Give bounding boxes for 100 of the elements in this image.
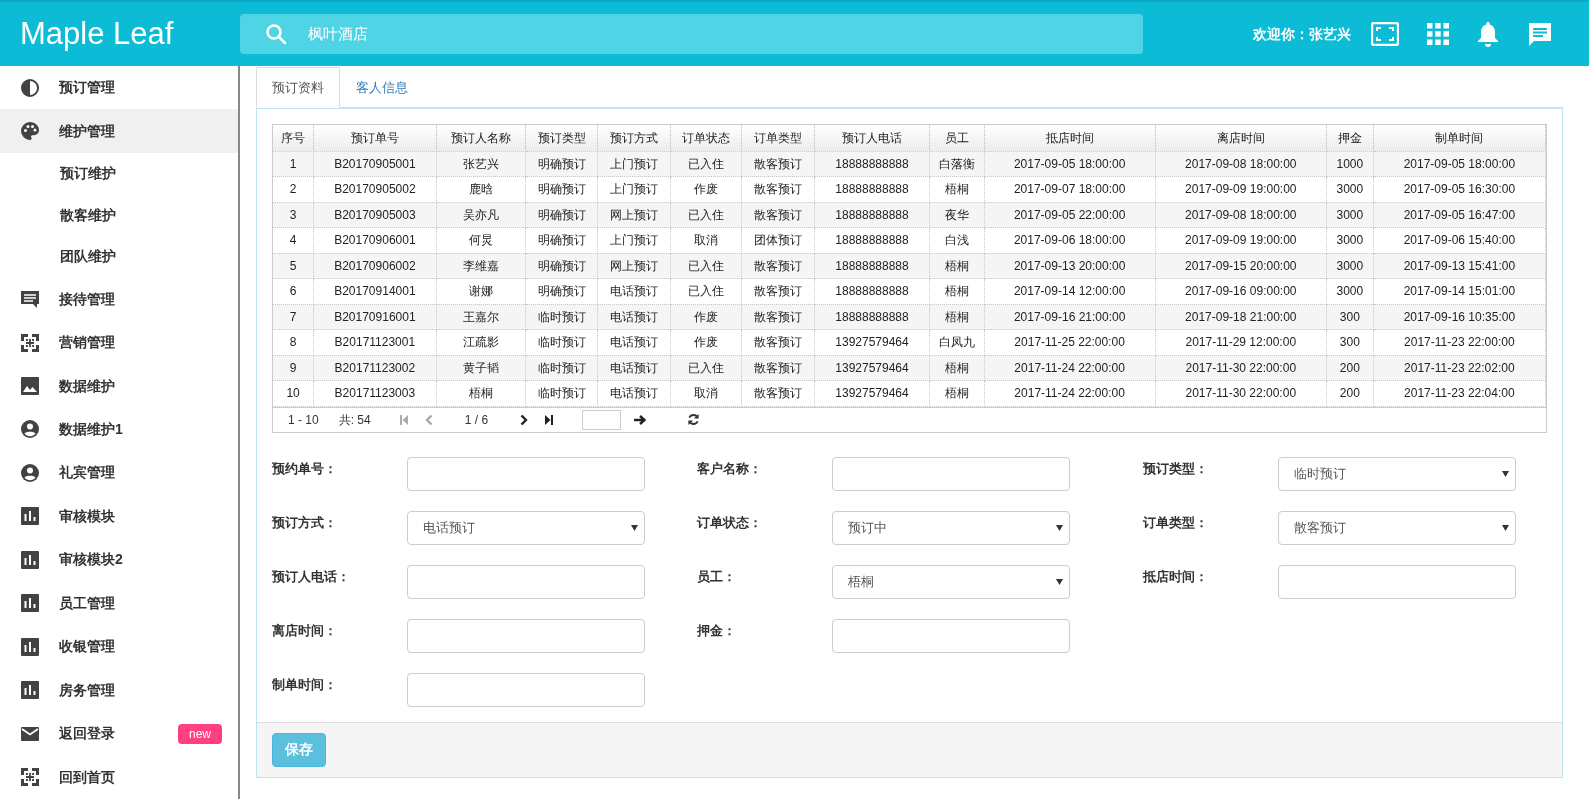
table-cell: 18888888888 bbox=[814, 151, 930, 177]
sidebar-item[interactable]: 审核模块2 bbox=[0, 538, 238, 582]
field-label: 预订人电话： bbox=[271, 567, 351, 586]
column-header[interactable]: 员工 bbox=[929, 125, 985, 151]
field-label: 预订类型： bbox=[1142, 459, 1209, 478]
table-cell: 2017-11-24 22:00:00 bbox=[984, 380, 1156, 406]
table-cell: 13927579464 bbox=[814, 380, 930, 406]
field-label: 订单类型： bbox=[1142, 513, 1209, 532]
column-header[interactable]: 序号 bbox=[273, 125, 314, 151]
table-cell: 2017-11-30 22:00:00 bbox=[1155, 380, 1327, 406]
input-field[interactable] bbox=[1278, 564, 1516, 599]
sidebar-item[interactable]: 回到首页 bbox=[0, 755, 238, 799]
submenu-item[interactable]: 团队维护 bbox=[0, 235, 238, 278]
field-label: 离店时间： bbox=[271, 621, 338, 640]
dropdown[interactable]: 梧桐 bbox=[832, 564, 1070, 599]
table-cell: 13927579464 bbox=[814, 355, 930, 381]
refresh-icon[interactable] bbox=[687, 413, 701, 426]
table-cell: 2017-09-05 18:00:00 bbox=[984, 151, 1156, 177]
table-cell: 明确预订 bbox=[525, 253, 598, 279]
column-header[interactable]: 预订单号 bbox=[313, 125, 436, 151]
table-cell: 电话预订 bbox=[597, 380, 671, 406]
caret-icon bbox=[1502, 470, 1509, 477]
sidebar-item[interactable]: 数据维护1 bbox=[0, 407, 238, 452]
sidebar-item[interactable]: 礼宾管理 bbox=[0, 451, 238, 495]
input-field[interactable] bbox=[407, 564, 645, 599]
column-header[interactable]: 订单类型 bbox=[741, 125, 815, 151]
sidebar-label: 收银管理 bbox=[59, 637, 116, 657]
sidebar-item[interactable]: 数据维护 bbox=[0, 364, 238, 408]
table-cell: 网上预订 bbox=[597, 202, 671, 228]
caret-icon bbox=[1502, 524, 1509, 531]
sidebar-item[interactable]: 审核模块 bbox=[0, 494, 238, 539]
column-header[interactable]: 抵店时间 bbox=[984, 125, 1156, 151]
message-icon[interactable] bbox=[1527, 21, 1553, 47]
field-label: 订单状态： bbox=[696, 513, 763, 532]
input-field[interactable] bbox=[832, 456, 1070, 491]
page-indicator: 1 / 6 bbox=[464, 411, 489, 429]
dropdown[interactable]: 临时预订 bbox=[1278, 456, 1516, 491]
submenu-item[interactable]: 预订维护 bbox=[0, 152, 238, 195]
input-field[interactable] bbox=[407, 618, 645, 653]
previous-page-icon[interactable] bbox=[424, 413, 433, 426]
search-icon bbox=[264, 22, 288, 46]
dropdown[interactable]: 散客预订 bbox=[1278, 510, 1516, 545]
sidebar-item[interactable]: 营销管理 bbox=[0, 320, 238, 365]
table-cell: 2017-11-24 22:00:00 bbox=[984, 355, 1156, 381]
table-cell: 18888888888 bbox=[814, 304, 930, 330]
column-header[interactable]: 押金 bbox=[1326, 125, 1374, 151]
total-count: 共: 54 bbox=[338, 411, 371, 429]
sidebar-item[interactable]: 房务管理 bbox=[0, 668, 238, 713]
sidebar-label: 房务管理 bbox=[59, 680, 116, 700]
next-page-icon[interactable] bbox=[520, 413, 529, 426]
sidebar-item[interactable]: 收银管理 bbox=[0, 625, 238, 669]
table-cell: 明确预订 bbox=[525, 151, 598, 177]
dropdown[interactable]: 电话预订 bbox=[407, 510, 645, 545]
table-cell: B20170905001 bbox=[313, 151, 436, 177]
sidebar-label: 接待管理 bbox=[59, 289, 116, 309]
account-icon bbox=[20, 419, 40, 440]
sidebar-item[interactable]: 返回登录 new bbox=[0, 712, 238, 756]
sidebar-label: 预订管理 bbox=[59, 78, 116, 98]
sidebar-item[interactable]: 接待管理 bbox=[0, 277, 238, 321]
fullscreen-icon[interactable] bbox=[1371, 22, 1399, 46]
table-cell: 电话预订 bbox=[597, 355, 671, 381]
table-cell: 已入住 bbox=[670, 151, 742, 177]
sidebar-item[interactable]: 维护管理 bbox=[0, 109, 238, 153]
table-cell: 夜华 bbox=[929, 202, 985, 228]
caret-icon bbox=[1056, 524, 1063, 531]
account-icon bbox=[20, 462, 40, 483]
tab[interactable]: 预订资料 bbox=[256, 67, 340, 109]
sidebar-label: 回到首页 bbox=[59, 767, 116, 787]
table-cell: 梧桐 bbox=[929, 355, 985, 381]
field-label: 员工： bbox=[696, 567, 737, 586]
input-field[interactable] bbox=[832, 618, 1070, 653]
table-cell: 2017-11-30 22:00:00 bbox=[1155, 355, 1327, 381]
column-header[interactable]: 制单时间 bbox=[1373, 125, 1546, 151]
table-cell: 网上预订 bbox=[597, 253, 671, 279]
input-field[interactable] bbox=[407, 672, 645, 707]
column-header[interactable]: 预订人名称 bbox=[436, 125, 526, 151]
sidebar-label: 员工管理 bbox=[59, 593, 116, 613]
column-header[interactable]: 预订类型 bbox=[525, 125, 598, 151]
palette-icon bbox=[20, 121, 40, 142]
dropdown[interactable]: 预订中 bbox=[832, 510, 1070, 545]
table-cell: 5 bbox=[273, 253, 314, 279]
column-header[interactable]: 订单状态 bbox=[670, 125, 742, 151]
table-cell: 取消 bbox=[670, 380, 742, 406]
tab[interactable]: 客人信息 bbox=[340, 67, 424, 108]
table-cell: 黄子韬 bbox=[436, 355, 526, 381]
sidebar-item[interactable]: 预订管理 bbox=[0, 66, 238, 110]
table-cell: 10 bbox=[273, 380, 314, 406]
submenu-item[interactable]: 散客维护 bbox=[0, 194, 238, 236]
apps-grid-icon[interactable] bbox=[1427, 23, 1449, 45]
page-number-field[interactable] bbox=[582, 409, 622, 430]
table-cell: 临时预订 bbox=[525, 304, 598, 330]
column-header[interactable]: 预订方式 bbox=[597, 125, 671, 151]
sidebar-item[interactable]: 员工管理 bbox=[0, 581, 238, 626]
input-field[interactable] bbox=[407, 456, 645, 491]
first-page-icon[interactable] bbox=[398, 413, 409, 426]
last-page-icon[interactable] bbox=[544, 413, 555, 426]
go-arrow-icon[interactable] bbox=[633, 413, 648, 426]
column-header[interactable]: 离店时间 bbox=[1155, 125, 1327, 151]
column-header[interactable]: 预订人电话 bbox=[814, 125, 930, 151]
bell-icon[interactable] bbox=[1477, 21, 1499, 47]
